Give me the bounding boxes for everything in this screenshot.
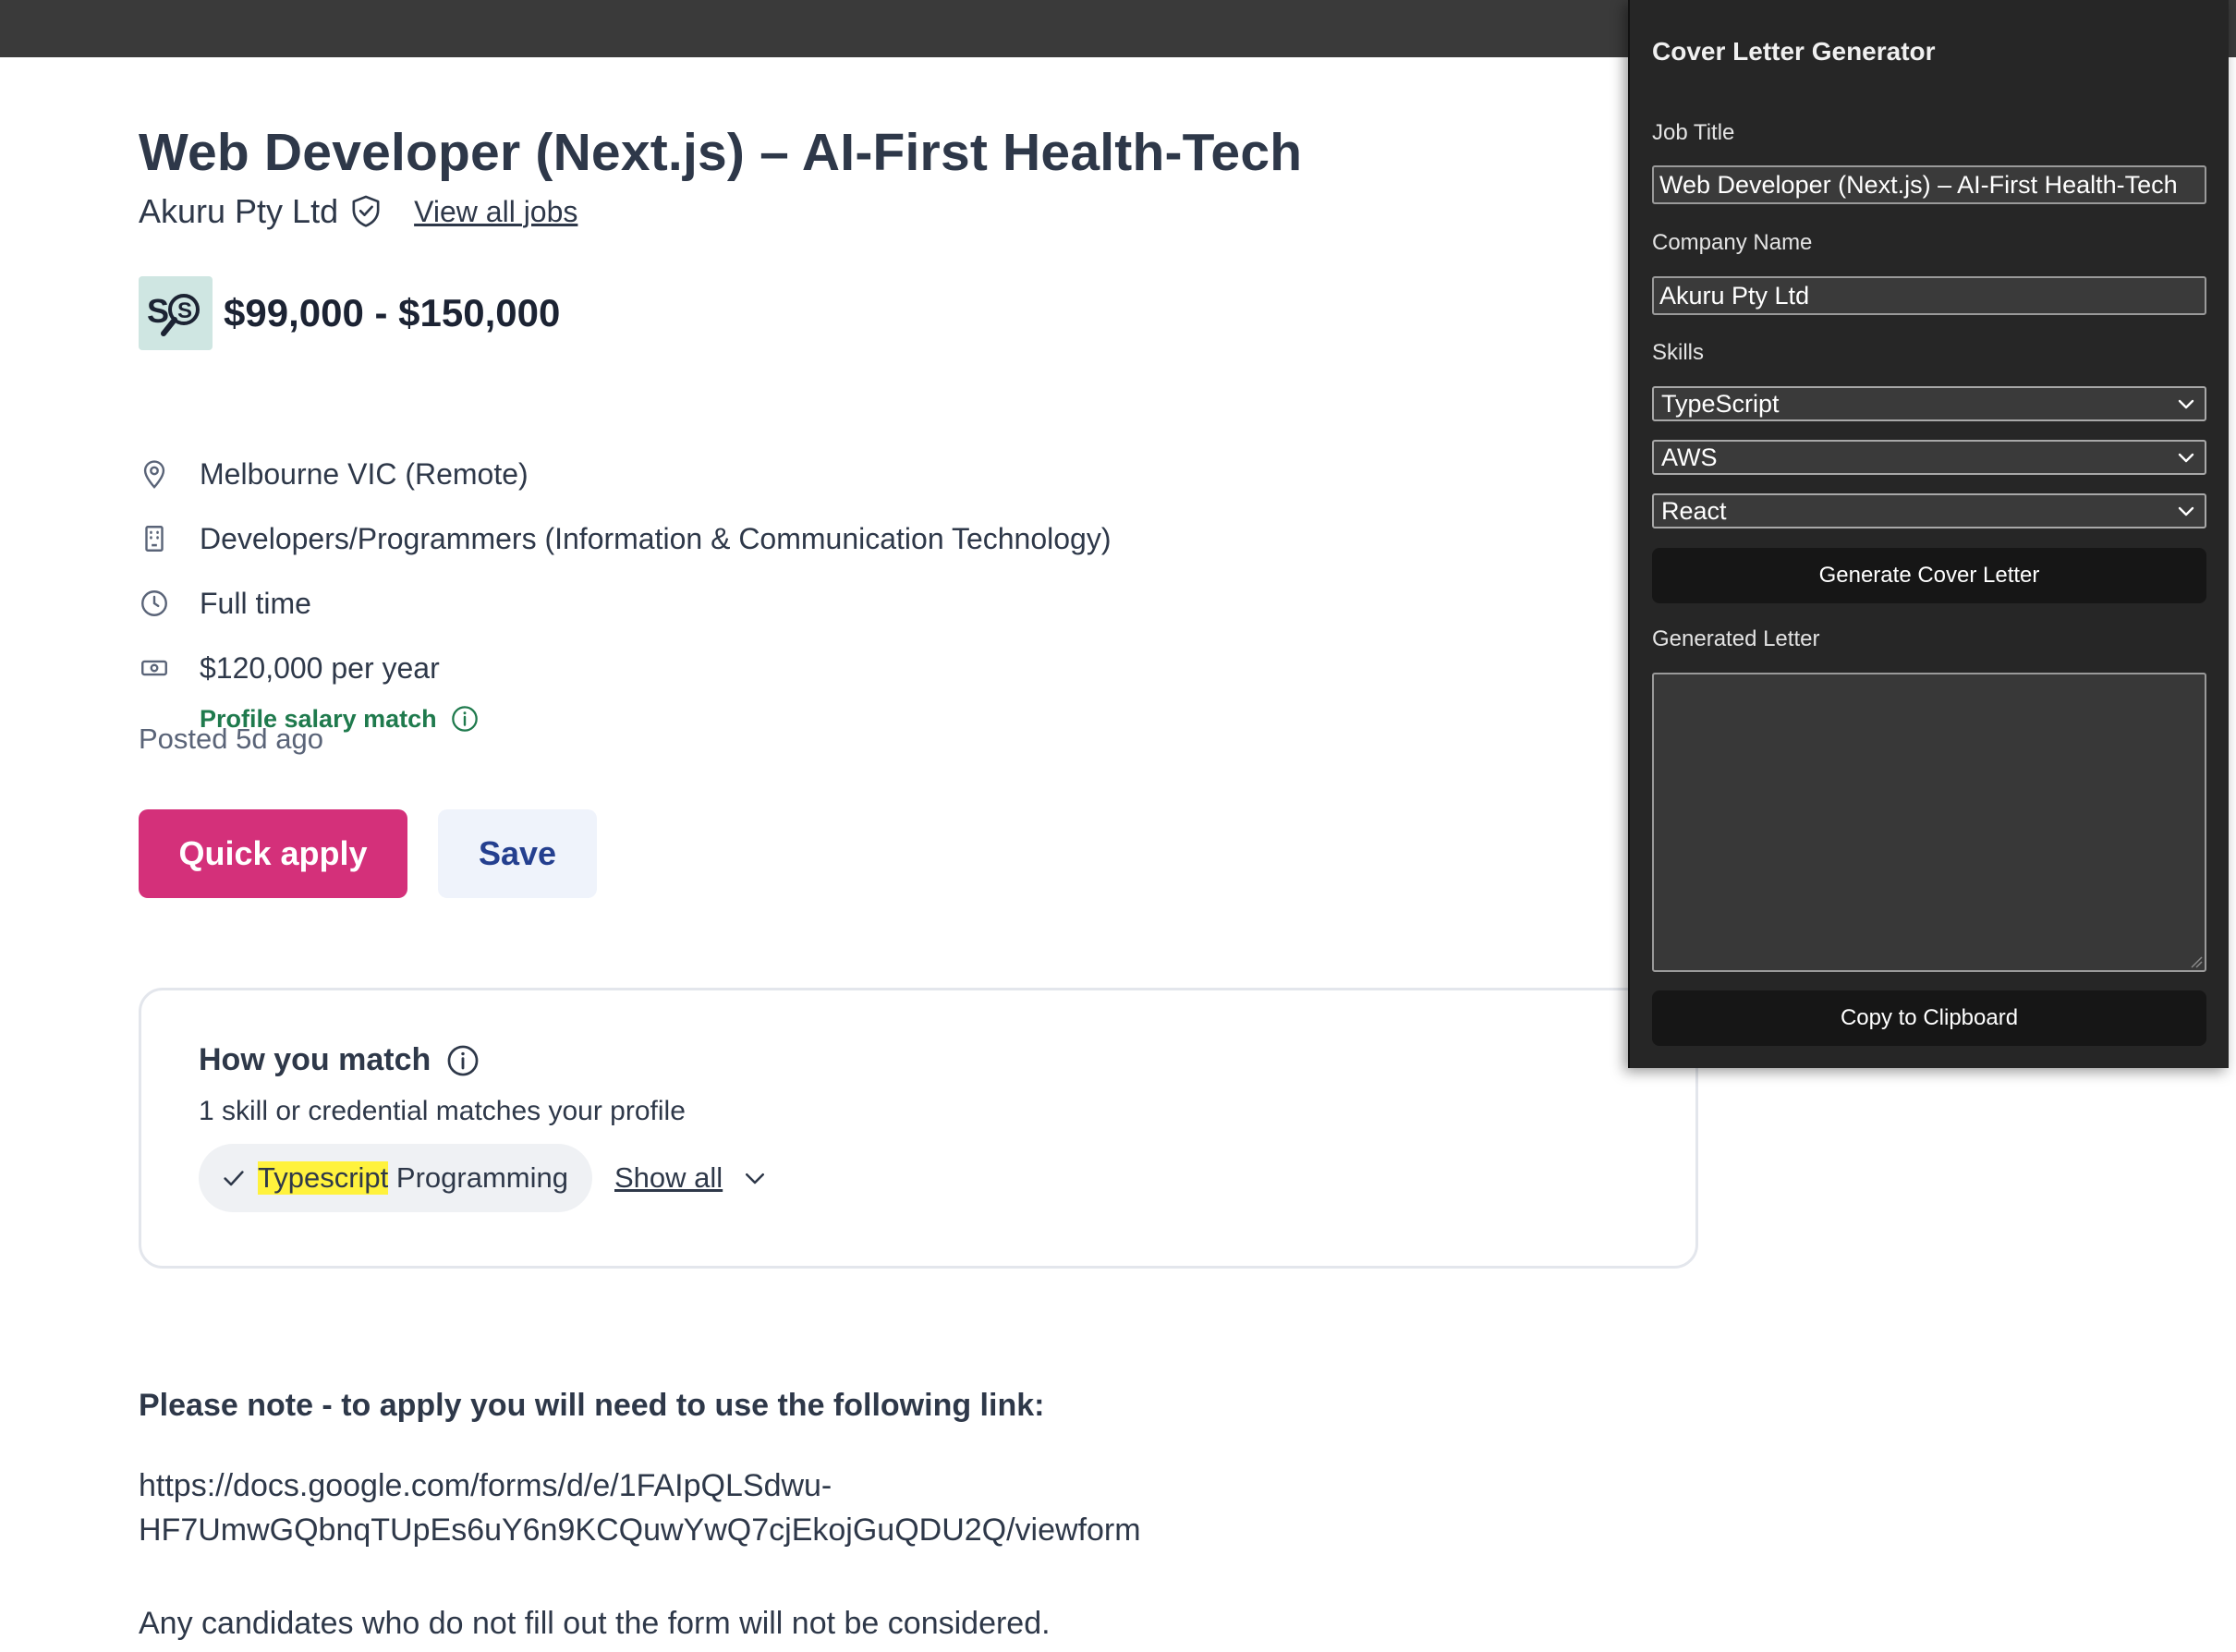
category-text: Developers/Programmers (Information & Co… — [200, 522, 1112, 555]
salary-range-row: S S $99,000 - $150,000 — [139, 276, 560, 350]
svg-text:S: S — [147, 292, 169, 330]
chevron-down-icon — [746, 1173, 765, 1184]
verified-shield-icon — [352, 195, 380, 227]
clock-icon — [141, 590, 167, 616]
salary-range: $99,000 - $150,000 — [224, 291, 561, 334]
company-name-label: Company Name — [1652, 230, 1813, 255]
match-summary: 1 skill or credential matches your profi… — [199, 1096, 686, 1126]
apply-note-footer: Any candidates who do not fill out the f… — [139, 1606, 1051, 1641]
resize-grip-icon[interactable] — [2190, 955, 2203, 968]
skills-label: Skills — [1652, 340, 1705, 365]
chevron-down-icon — [2178, 453, 2194, 463]
skill-select-2-value: AWS — [1661, 443, 1718, 471]
generated-letter-textarea[interactable] — [1652, 673, 2206, 972]
skill-select-3[interactable]: React — [1652, 493, 2206, 528]
how-you-match-card: How you match 1 skill or credential matc… — [139, 988, 1698, 1269]
apply-note-heading: Please note - to apply you will need to … — [139, 1388, 1045, 1423]
money-icon — [141, 660, 167, 676]
info-icon[interactable] — [450, 704, 480, 734]
company-row: Akuru Pty Ltd View all jobs — [139, 192, 577, 231]
skill-select-1-value: TypeScript — [1661, 389, 1780, 418]
work-type-text: Full time — [200, 587, 311, 620]
skill-select-1[interactable]: TypeScript — [1652, 386, 2206, 421]
skill-select-3-value: React — [1661, 496, 1727, 525]
generate-cover-letter-button[interactable]: Generate Cover Letter — [1652, 548, 2206, 603]
panel-title: Cover Letter Generator — [1652, 37, 1936, 66]
apply-form-link: https://docs.google.com/forms/d/e/1FAIpQ… — [139, 1464, 1432, 1552]
location-text: Melbourne VIC (Remote) — [200, 457, 529, 491]
posted-date: Posted 5d ago — [139, 723, 323, 755]
job-title-input[interactable] — [1652, 165, 2206, 204]
company-name-input[interactable] — [1652, 276, 2206, 315]
apply-link-line-1: https://docs.google.com/forms/d/e/1FAIpQ… — [139, 1468, 832, 1503]
how-you-match-title: How you match — [199, 1042, 480, 1078]
save-job-button[interactable]: Save — [438, 809, 597, 898]
check-icon — [224, 1171, 244, 1186]
chevron-down-icon — [2178, 506, 2194, 516]
how-you-match-heading: How you match — [199, 1042, 431, 1077]
show-all-toggle[interactable]: Show all — [614, 1153, 769, 1203]
salary-search-logo: S S — [139, 276, 213, 350]
building-icon — [145, 526, 164, 552]
skill-pill: Typescript Programming — [199, 1144, 592, 1212]
salary-text: $120,000 per year — [200, 651, 440, 685]
job-title: Web Developer (Next.js) – AI-First Healt… — [139, 123, 1303, 182]
info-icon[interactable] — [445, 1043, 480, 1078]
skill-highlight: Typescript — [258, 1161, 389, 1195]
view-all-jobs-link[interactable]: View all jobs — [414, 195, 577, 229]
quick-apply-button[interactable]: Quick apply — [139, 809, 407, 898]
location-pin-icon — [143, 460, 165, 489]
generated-letter-label: Generated Letter — [1652, 626, 1820, 651]
svg-text:S: S — [177, 298, 192, 323]
apply-link-line-2: HF7UmwGQbnqTUpEs6uY6n9KCQuwYwQ7cjEkojGuQ… — [139, 1512, 1141, 1548]
cover-letter-panel: Cover Letter Generator Job Title Company… — [1628, 0, 2229, 1068]
chevron-down-icon — [2178, 399, 2194, 409]
salary-magnifier-icon: S S — [147, 292, 200, 336]
show-all-label: Show all — [614, 1161, 723, 1194]
company-name: Akuru Pty Ltd — [139, 192, 339, 230]
job-title-label: Job Title — [1652, 120, 1735, 145]
copy-to-clipboard-button[interactable]: Copy to Clipboard — [1652, 990, 2206, 1046]
skill-rest: Programming — [388, 1161, 568, 1194]
skill-select-2[interactable]: AWS — [1652, 440, 2206, 475]
